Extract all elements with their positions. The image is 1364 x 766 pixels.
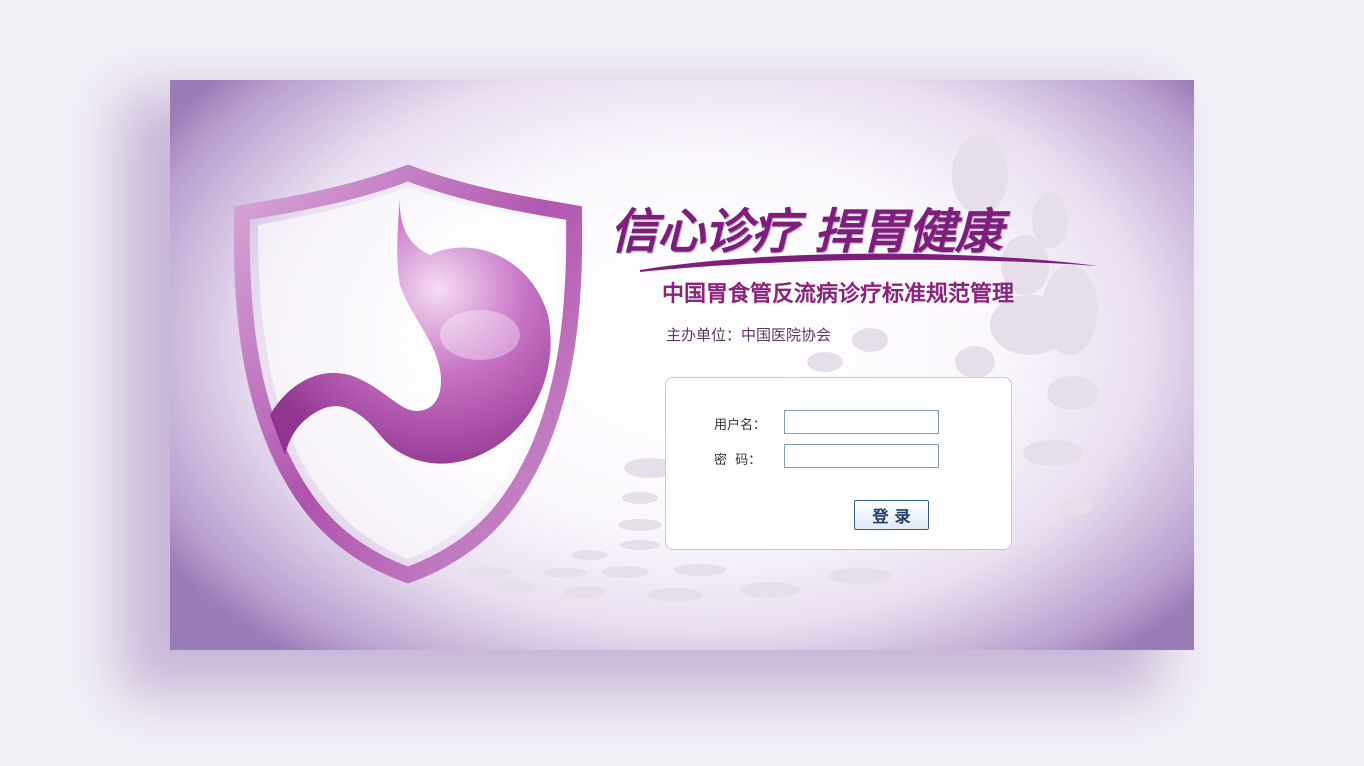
username-input[interactable]: [784, 410, 939, 434]
login-banner: 信心诊疗 捍胃健康 中国胃食管反流病诊疗标准规范管理 主办单位：中国医院协会 用…: [170, 80, 1194, 650]
shield-stomach-logo: [233, 165, 583, 584]
login-button[interactable]: 登录: [854, 500, 929, 530]
password-input[interactable]: [784, 444, 939, 468]
password-label: 密 码：: [714, 453, 762, 468]
username-label: 用户名：: [714, 418, 767, 433]
login-form: 用户名： 密 码： 登录: [665, 377, 1012, 550]
slogan-swoosh: [640, 253, 1098, 272]
page-subtitle: 中国胃食管反流病诊疗标准规范管理: [662, 282, 1015, 307]
organizer-text: 主办单位：中国医院协会: [666, 326, 832, 344]
